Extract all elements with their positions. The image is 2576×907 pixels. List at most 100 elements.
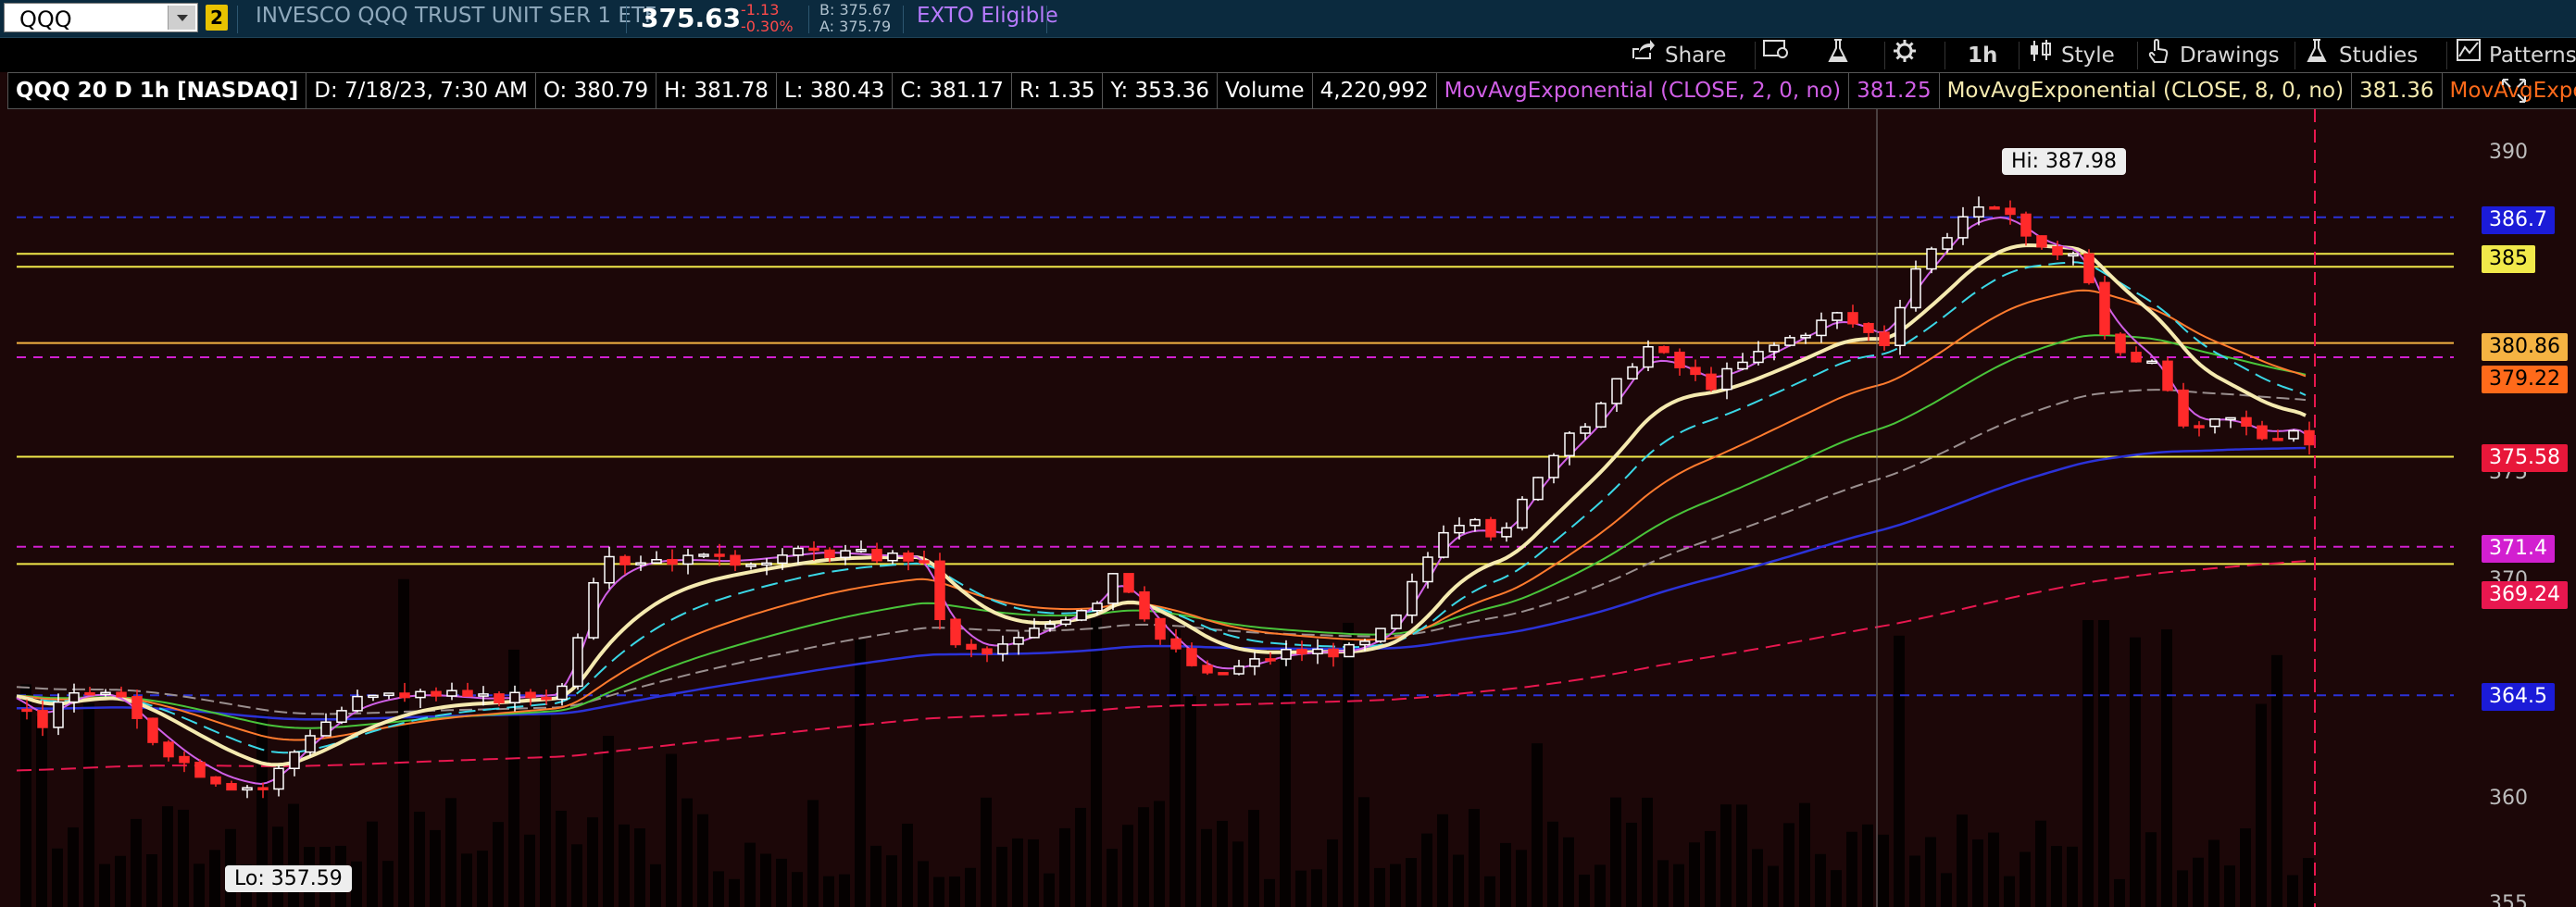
- volume-bar: [1264, 879, 1275, 907]
- candle-body: [1360, 641, 1369, 645]
- candle-body: [85, 693, 94, 695]
- candle-body: [2053, 247, 2062, 255]
- divider: [808, 6, 809, 33]
- bar-close: C: 381.17: [893, 72, 1012, 109]
- candle-body: [1659, 347, 1669, 353]
- candle-body: [400, 693, 409, 698]
- candle-body: [1061, 620, 1070, 624]
- patterns-button[interactable]: Patterns: [2456, 38, 2576, 72]
- volume-bar: [949, 876, 960, 907]
- candle-body: [542, 698, 551, 700]
- volume-bar: [524, 835, 535, 907]
- candle-body: [841, 551, 850, 557]
- candle-body: [1187, 649, 1196, 665]
- style-button[interactable]: Style: [2028, 38, 2115, 72]
- price-chart-canvas[interactable]: [0, 109, 2576, 907]
- price-axis-label: 355: [2489, 892, 2528, 907]
- candle-body: [888, 553, 897, 561]
- volume-bar: [20, 684, 31, 907]
- candle-body: [1439, 533, 1448, 557]
- volume-bar: [1594, 864, 1606, 907]
- drawings-label: Drawings: [2180, 43, 2280, 68]
- ema2-study-label[interactable]: MovAvgExponential (CLOSE, 2, 0, no): [1437, 72, 1849, 109]
- candle-body: [1108, 574, 1118, 603]
- volume-bar: [902, 824, 913, 907]
- candle-body: [1581, 427, 1590, 433]
- price-axis-label: 360: [2489, 787, 2528, 810]
- candle-body: [668, 560, 677, 565]
- candle-body: [982, 649, 992, 653]
- candle-body: [1817, 320, 1826, 335]
- drawings-button[interactable]: Drawings: [2146, 38, 2280, 72]
- quote-bar: QQQ 2 INVESCO QQQ TRUST UNIT SER 1 ETF 3…: [0, 0, 2576, 38]
- candle-body: [274, 768, 283, 789]
- candle-body: [1486, 520, 1495, 537]
- candle-body: [337, 711, 346, 722]
- volume-bar: [776, 859, 787, 907]
- volume-bar: [2114, 879, 2125, 907]
- symbol-input[interactable]: QQQ: [4, 3, 198, 32]
- candle-body: [1754, 352, 1763, 363]
- volume-bar: [933, 877, 944, 907]
- candle-body: [510, 692, 519, 702]
- candle-body: [1407, 581, 1417, 615]
- volume-bar: [2193, 858, 2204, 907]
- price-tag-371-4: 371.4: [2482, 535, 2555, 563]
- volume-bar: [634, 828, 645, 907]
- candle-body: [2132, 353, 2141, 362]
- candle-body: [1030, 628, 1039, 638]
- candle-body: [290, 752, 299, 769]
- candle-body: [1738, 362, 1747, 368]
- volume-bar: [1091, 618, 1102, 907]
- divider: [1046, 6, 1047, 33]
- flask-button[interactable]: [1827, 38, 1860, 72]
- share-button[interactable]: Share: [1632, 38, 1726, 72]
- volume-bar: [571, 844, 582, 907]
- link-group-badge[interactable]: 2: [206, 5, 228, 31]
- gear-button[interactable]: [1892, 38, 1925, 72]
- candle-body: [306, 736, 315, 752]
- candle-body: [1644, 347, 1653, 367]
- candle-body: [2257, 426, 2267, 439]
- volume-bar: [2208, 840, 2220, 907]
- symbol-dropdown-chevron-icon[interactable]: [168, 6, 195, 30]
- candle-body: [1895, 307, 1905, 345]
- volume-bar: [508, 650, 519, 907]
- candle-body: [2195, 426, 2204, 428]
- candlestick-style-icon: [2028, 42, 2056, 69]
- bar-low: L: 380.43: [777, 72, 893, 109]
- volume-bar: [1736, 804, 1747, 907]
- ema8-study-label[interactable]: MovAvgExponential (CLOSE, 8, 0, no): [1940, 72, 2352, 109]
- timeframe-selector[interactable]: 1h: [1968, 38, 1997, 72]
- candle-body: [2226, 417, 2235, 419]
- candle-body: [2210, 419, 2220, 427]
- studies-label: Studies: [2339, 43, 2418, 68]
- chart-settings-button[interactable]: [1762, 38, 1795, 72]
- candle-body: [1470, 520, 1480, 526]
- candle-body: [211, 777, 220, 784]
- candle-body: [2179, 391, 2188, 426]
- candle-body: [321, 722, 331, 736]
- price-tag-380-86: 380.86: [2482, 333, 2568, 361]
- volume-bar: [162, 806, 173, 907]
- candle-body: [1124, 574, 1133, 592]
- volume-bar: [1988, 833, 1999, 907]
- volume-bar: [493, 822, 504, 907]
- candle-body: [573, 638, 582, 686]
- price-tag-369-24: 369.24: [2482, 581, 2568, 609]
- candle-body: [447, 690, 456, 696]
- price-chart[interactable]: 390 375 370 360 355 386.7 385 380.86 379…: [0, 109, 2576, 907]
- volume-bar: [1862, 825, 1873, 907]
- candle-body: [1927, 249, 1936, 269]
- volume-bar: [398, 579, 409, 907]
- volume-bar: [823, 876, 834, 907]
- volume-bar: [2067, 847, 2078, 907]
- volume-bar: [430, 830, 441, 907]
- candle-body: [2100, 282, 2109, 334]
- candle-body: [1832, 313, 1842, 320]
- candle-body: [54, 702, 63, 727]
- symbol-description: INVESCO QQQ TRUST UNIT SER 1 ETF: [256, 4, 657, 28]
- studies-button[interactable]: Studies: [2306, 38, 2418, 72]
- expand-arrows-icon[interactable]: [2495, 72, 2532, 109]
- volume-bar: [2004, 876, 2015, 907]
